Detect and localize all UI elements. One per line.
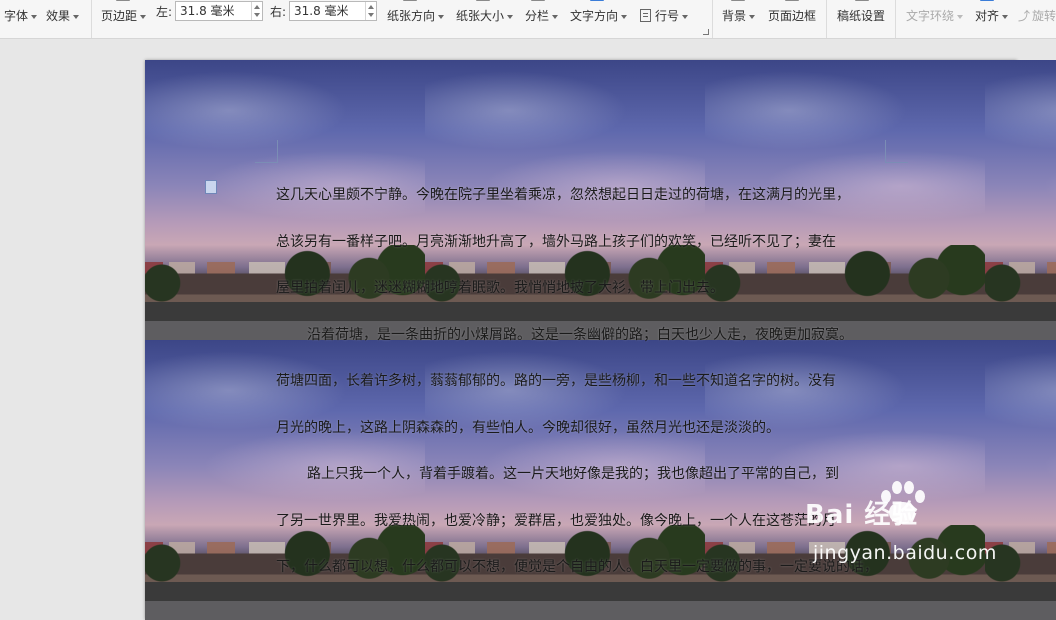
align-label: 对齐	[975, 9, 1000, 23]
margin-button[interactable]: 页边距	[101, 7, 147, 25]
divider	[91, 0, 92, 38]
chevron-down-icon	[140, 14, 147, 19]
divider	[826, 0, 827, 38]
manuscript-label: 稿纸设置	[837, 9, 886, 23]
columns-icon	[531, 0, 545, 1]
spin-down-icon[interactable]	[254, 13, 260, 17]
page-layout-ribbon: 字体 效果 页边距 左: 31.8 毫米 右: 31.8 毫米 纸张方向 纸张大…	[0, 0, 1056, 39]
text-line[interactable]: 了另一世界里。我爱热闹，也爱冷静；爱群居，也爱独处。像今晚上，一个人在这苍茫的月	[276, 498, 896, 545]
rotate-label: 旋转	[1032, 9, 1056, 23]
watermark-brand: Bai 经验	[805, 500, 919, 530]
left-margin-input[interactable]: 31.8 毫米	[175, 1, 263, 21]
spin-up-icon[interactable]	[254, 5, 260, 9]
chevron-down-icon	[73, 14, 80, 19]
margin-corner-mark	[255, 140, 278, 163]
effect-button[interactable]: 效果	[46, 7, 80, 25]
text-direction-button[interactable]: 文字方向	[570, 7, 628, 25]
dialog-launcher-icon[interactable]	[703, 29, 709, 35]
rotate-button[interactable]: ⤴ 旋转	[1018, 7, 1056, 25]
columns-label: 分栏	[525, 9, 550, 23]
divider	[895, 0, 896, 38]
background-button[interactable]: 背景	[722, 7, 756, 25]
orientation-label: 纸张方向	[387, 9, 436, 23]
line-numbers-button[interactable]: 行号	[640, 7, 689, 25]
manuscript-icon	[855, 0, 869, 1]
size-icon	[476, 0, 490, 1]
paper-size-button[interactable]: 纸张大小	[456, 7, 514, 25]
font-button[interactable]: 字体	[4, 7, 38, 25]
size-label: 纸张大小	[456, 9, 505, 23]
text-line[interactable]: 月光的晚上，这路上阴森森的，有些怕人。今晚却很好，虽然月光也还是淡淡的。	[276, 405, 896, 452]
text-line[interactable]: 沿着荷塘，是一条曲折的小煤屑路。这是一条幽僻的路；白天也少人走，夜晚更加寂寞。	[276, 312, 896, 359]
orientation-icon	[403, 0, 417, 1]
left-margin-value: 31.8 毫米	[180, 4, 235, 18]
text-line[interactable]: 屋里拍着闰儿，迷迷糊糊地哼着眠歌。我悄悄地披了大衫，带上门出去。	[276, 265, 896, 312]
spin-down-icon[interactable]	[368, 13, 374, 17]
text-wrap-label: 文字环绕	[906, 9, 955, 23]
chevron-down-icon	[957, 14, 964, 19]
margin-label: 页边距	[101, 9, 138, 23]
page-border-button[interactable]: 页面边框	[768, 7, 816, 25]
rotate-icon: ⤴	[1018, 9, 1031, 23]
text-line[interactable]: 这几天心里颇不宁静。今晚在院子里坐着乘凉，忽然想起日日走过的荷塘，在这满月的光里…	[276, 172, 896, 219]
background-tile	[985, 60, 1056, 340]
background-icon	[731, 0, 745, 1]
margin-icon	[116, 0, 130, 1]
right-margin-input[interactable]: 31.8 毫米	[289, 1, 377, 21]
page-border-icon	[785, 0, 799, 1]
text-direction-label: 文字方向	[570, 9, 619, 23]
text-line[interactable]: 总该另有一番样子吧。月亮渐渐地升高了，墙外马路上孩子们的欢笑，已经听不见了；妻在	[276, 219, 896, 266]
margin-corner-mark	[885, 140, 908, 163]
text-line[interactable]: 路上只我一个人，背着手踱着。这一片天地好像是我的；我也像超出了平常的自己，到	[276, 451, 896, 498]
manuscript-button[interactable]: 稿纸设置	[837, 7, 885, 25]
chevron-down-icon	[552, 14, 559, 19]
chevron-down-icon	[507, 14, 514, 19]
chevron-down-icon	[438, 14, 445, 19]
chevron-down-icon	[682, 14, 689, 19]
spinner-arrows[interactable]	[251, 2, 262, 20]
orientation-button[interactable]: 纸张方向	[387, 7, 445, 25]
text-wrap-button[interactable]: 文字环绕	[906, 7, 964, 25]
chevron-down-icon	[621, 14, 628, 19]
chevron-down-icon	[749, 14, 756, 19]
align-button[interactable]: 对齐	[975, 7, 1009, 25]
effect-label: 效果	[46, 9, 71, 23]
align-icon	[980, 0, 994, 1]
paragraph-layout-icon[interactable]	[205, 180, 217, 194]
baidu-jingyan-watermark: Bai 经验 jingyan.baidu.com	[805, 480, 1045, 580]
chevron-down-icon	[31, 14, 38, 19]
right-margin-label: 右:	[270, 5, 287, 19]
right-margin-value: 31.8 毫米	[294, 4, 349, 18]
watermark-url: jingyan.baidu.com	[813, 542, 997, 564]
text-direction-icon	[590, 0, 604, 1]
line-numbers-label: 行号	[655, 9, 680, 23]
chevron-down-icon	[1002, 14, 1009, 19]
left-margin-label: 左:	[156, 5, 173, 19]
divider	[712, 0, 713, 38]
background-label: 背景	[722, 9, 747, 23]
spin-up-icon[interactable]	[368, 5, 374, 9]
columns-button[interactable]: 分栏	[525, 7, 559, 25]
page-border-label: 页面边框	[768, 9, 817, 23]
body-text[interactable]: 这几天心里颇不宁静。今晚在院子里坐着乘凉，忽然想起日日走过的荷塘，在这满月的光里…	[276, 172, 896, 591]
line-numbers-icon	[640, 9, 651, 22]
text-line[interactable]: 下，什么都可以想，什么都可以不想，便觉是个自由的人。白天里一定要做的事，一定要说…	[276, 544, 896, 591]
text-line[interactable]: 荷塘四面，长着许多树，蓊蓊郁郁的。路的一旁，是些杨柳，和一些不知道名字的树。没有	[276, 358, 896, 405]
spinner-arrows[interactable]	[365, 2, 376, 20]
font-label: 字体	[4, 9, 29, 23]
